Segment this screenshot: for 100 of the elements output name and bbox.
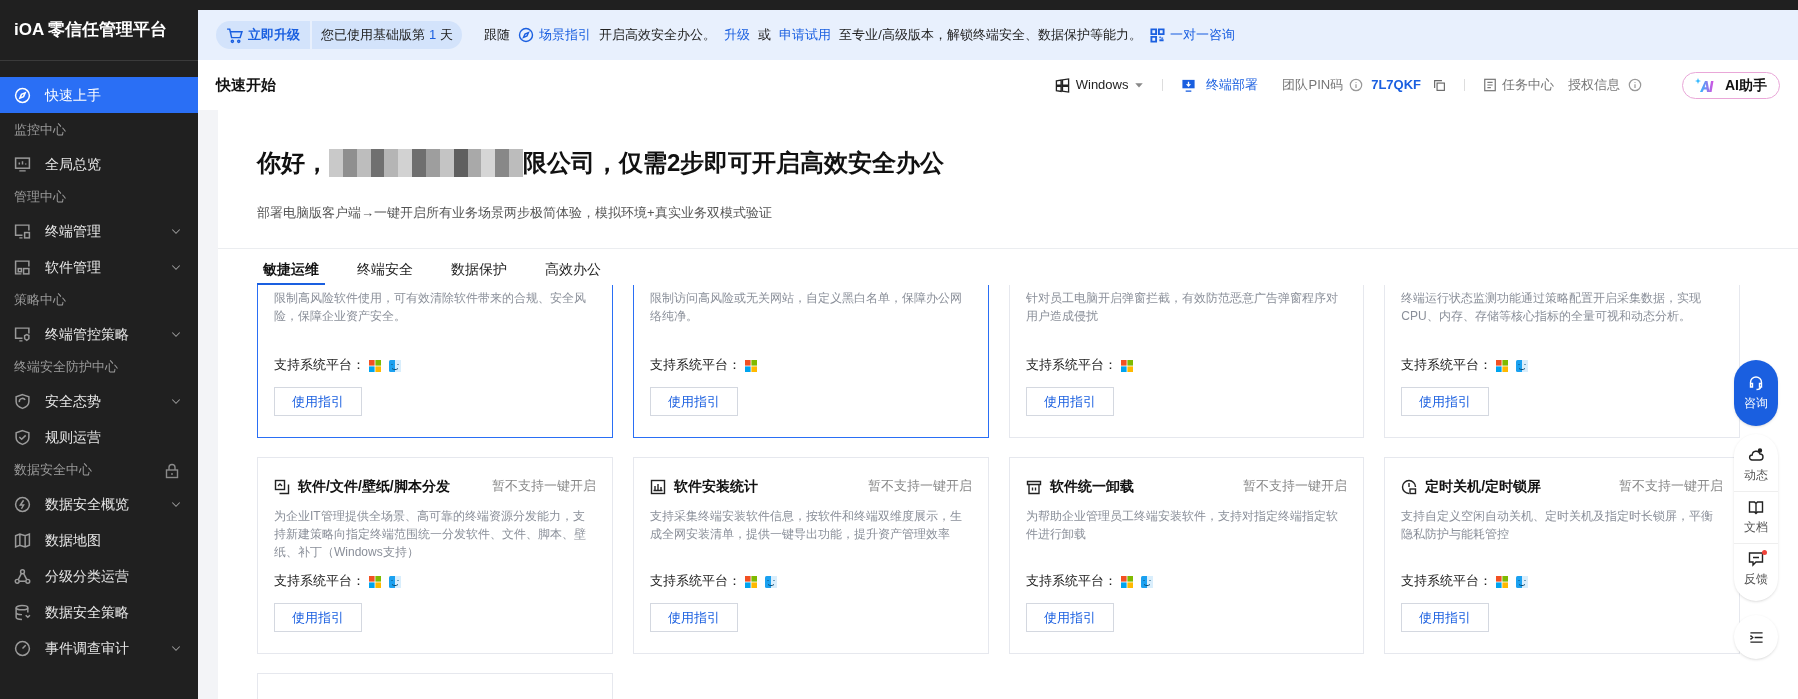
platform-label: 支持系统平台： [649, 357, 741, 375]
platform-label: 支持系统平台： [274, 357, 365, 375]
card-description: 终端运行状态监测功能通过策略配置开启采集数据，实现CPU、内存、存储等核心指标的全量可视和动态分析。 [1401, 290, 1703, 325]
clock-lock-icon [1401, 478, 1418, 495]
map-icon [14, 531, 31, 549]
banner-link[interactable]: 场景指引 [539, 25, 592, 45]
upgrade-button[interactable]: 立即升级 [216, 21, 310, 49]
gauge-icon [14, 639, 31, 657]
sidebar-item[interactable]: 分级分类运营 [0, 558, 198, 594]
compass-icon [14, 86, 31, 104]
card-description: 限制高风险软件使用，可有效清除软件带来的合规、安全风险，保障企业资产安全。 [274, 290, 587, 325]
monitor-icon [14, 222, 31, 240]
deploy-link[interactable]: 终端部署 [1181, 75, 1259, 95]
card-description: 为帮助企业管理员工终端安装软件，支持对指定终端指定软件进行卸载 [1025, 508, 1339, 543]
sidebar-item[interactable]: 终端管控策略 [0, 316, 198, 352]
copy-icon [1433, 78, 1446, 92]
sidebar-item[interactable]: 安全态势 [0, 383, 198, 419]
card-description: 限制访问高风险或无关网站，自定义黑白名单，保障办公网络纯净。 [649, 290, 963, 325]
sidebar-item[interactable]: 快速上手 [0, 77, 198, 113]
toolbar-item[interactable]: 文档 [1734, 491, 1778, 543]
windows-logo-icon [1120, 575, 1133, 588]
windows-logo-icon [1496, 359, 1509, 372]
trial-badge: 您已使用基础版第 1 天 [312, 21, 463, 49]
guide-button[interactable]: 使用指引 [1025, 387, 1114, 416]
section-heading: 终端安全防护中心 [14, 359, 118, 377]
finder-face-icon [389, 359, 402, 372]
windows-logo-icon [1496, 575, 1509, 588]
pin-code: 7L7QKF [1371, 76, 1421, 95]
license-info-link[interactable]: 授权信息 [1568, 75, 1620, 95]
guide-button[interactable]: 使用指引 [1025, 603, 1114, 632]
finder-face-icon [1516, 359, 1530, 372]
banner-text: 开启高效安全办公。 [599, 26, 717, 45]
cart-icon [226, 26, 243, 44]
sidebar-item[interactable]: 数据安全概览 [0, 486, 198, 522]
card-title: 定时关机/定时锁屏 [1425, 477, 1543, 496]
tab[interactable]: 数据保护 [445, 255, 513, 285]
menu-indent-icon [1748, 629, 1764, 645]
sidebar-item[interactable]: 全局总览 [0, 146, 198, 182]
banner-link[interactable]: 一对一咨询 [1169, 25, 1235, 45]
banner-text: 至专业/高级版本，解锁终端安全、数据保护等能力。 [839, 26, 1142, 45]
section-heading: 监控中心 [14, 122, 66, 140]
guide-button[interactable]: 使用指引 [274, 603, 362, 632]
section-heading: 数据安全中心 [14, 462, 92, 480]
shield-icon [14, 392, 31, 410]
pin-label: 团队PIN码 [1282, 76, 1344, 95]
sidebar-item[interactable]: 数据安全策略 [0, 594, 198, 630]
open-book-icon [1748, 499, 1764, 515]
banner-text: 跟随 [484, 26, 511, 45]
sidebar-item[interactable]: 数据地图 [0, 522, 198, 558]
bar-chart-icon [649, 478, 666, 495]
monitor-icon [14, 155, 31, 173]
info-icon [1628, 78, 1642, 92]
chat-icon [1748, 551, 1764, 567]
card-title: 软件安装统计 [673, 477, 759, 496]
platform-label: 支持系统平台： [1025, 357, 1117, 375]
tab[interactable]: 高效办公 [539, 255, 607, 285]
page-title: 快速开始 [216, 74, 276, 95]
card-title: 软件统一卸载 [1049, 477, 1135, 496]
monitor-icon [14, 325, 31, 343]
headset-icon [1748, 374, 1764, 391]
windows-logo-icon [1120, 359, 1133, 372]
compass-icon [518, 27, 535, 43]
banner-link[interactable]: 升级 [724, 25, 751, 45]
nodes-icon [14, 567, 31, 585]
card-description: 针对员工电脑开启弹窗拦截，有效防范恶意广告弹窗程序对用户造成侵扰 [1025, 290, 1339, 325]
toolbar-item[interactable]: 动态 [1734, 440, 1778, 491]
bolt-icon [14, 495, 31, 513]
app-title: iOA 零信任管理平台 [14, 19, 168, 42]
card-status: 暂不支持一键开启 [867, 478, 972, 496]
guide-button[interactable]: 使用指引 [649, 603, 738, 632]
greeting-text: 你好， [257, 148, 329, 178]
guide-button[interactable]: 使用指引 [274, 387, 362, 416]
guide-button[interactable]: 使用指引 [1401, 387, 1490, 416]
sidebar-item[interactable]: 终端管理 [0, 213, 198, 249]
sidebar-item[interactable]: 软件管理 [0, 249, 198, 285]
section-heading: 策略中心 [14, 292, 66, 310]
file-copy-icon [274, 478, 290, 495]
sidebar-item[interactable]: 事件调查审计 [0, 630, 198, 666]
os-dropdown[interactable]: Windows [1054, 75, 1145, 95]
toolbar-item[interactable]: 反馈 [1734, 543, 1778, 595]
windows-logo-icon [744, 359, 757, 372]
caret-down-icon [1134, 80, 1145, 90]
platform-label: 支持系统平台： [274, 573, 365, 591]
card-title: 软件/文件/壁纸/脚本分发 [298, 477, 451, 496]
list-icon [1483, 78, 1497, 92]
tab[interactable]: 终端安全 [351, 255, 419, 285]
platform-label: 支持系统平台： [649, 573, 741, 591]
copy-button[interactable] [1433, 78, 1446, 92]
sidebar-item[interactable]: 规则运营 [0, 419, 198, 455]
task-center-link[interactable]: 任务中心 [1483, 75, 1554, 95]
guide-button[interactable]: 使用指引 [1401, 603, 1490, 632]
greeting-text: 限公司，仅需2步即可开启高效安全办公 [523, 148, 945, 178]
platform-label: 支持系统平台： [1401, 573, 1493, 591]
banner-link[interactable]: 申请试用 [779, 25, 832, 45]
windows-logo-icon [369, 575, 381, 588]
windows-logo-icon [744, 575, 757, 588]
platform-label: 支持系统平台： [1401, 357, 1493, 375]
finder-face-icon [1516, 575, 1530, 588]
window-grid-icon [14, 258, 31, 276]
guide-button[interactable]: 使用指引 [649, 387, 738, 416]
